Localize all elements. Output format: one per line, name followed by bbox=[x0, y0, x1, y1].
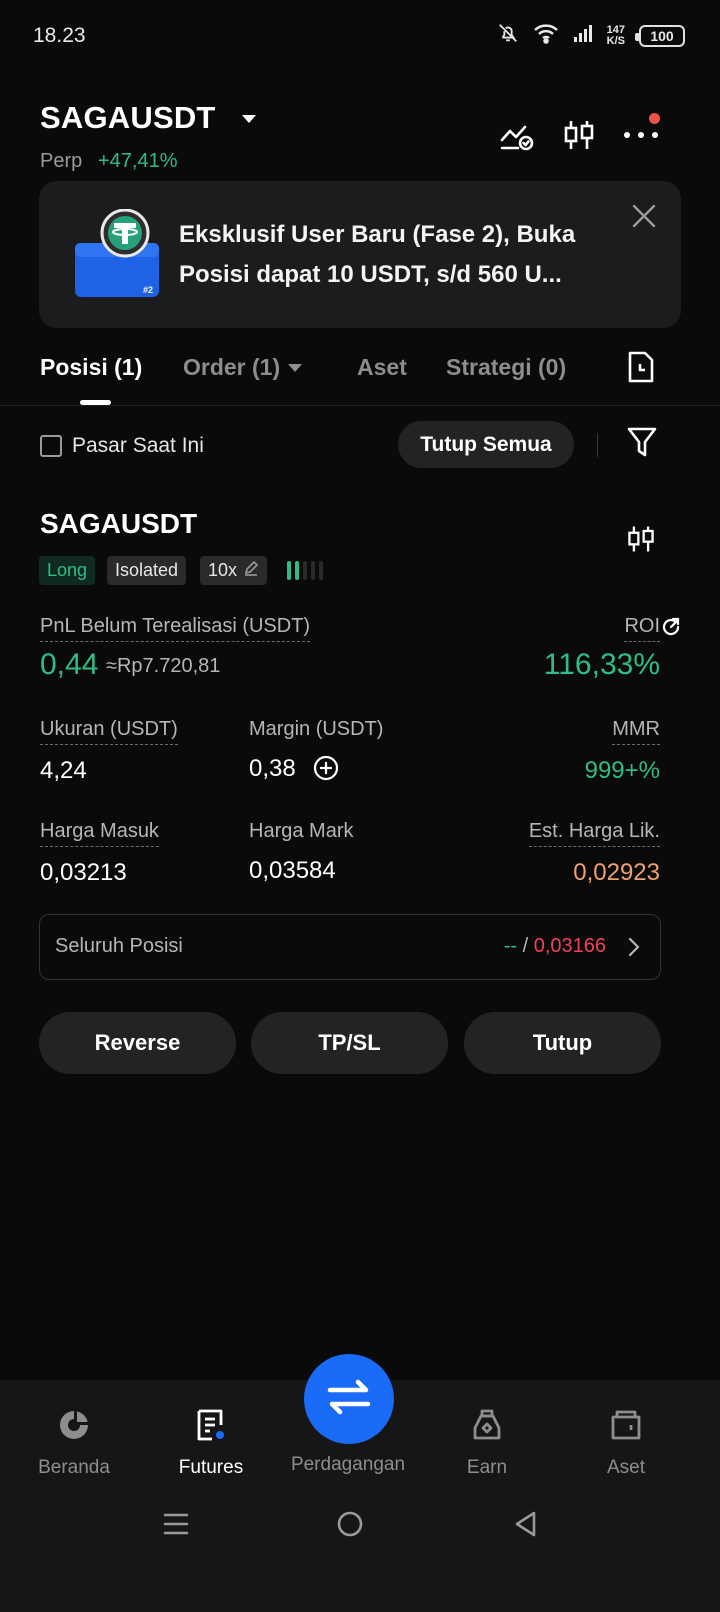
nav-beranda[interactable]: Beranda bbox=[14, 1408, 134, 1479]
close-position-button[interactable]: Tutup bbox=[464, 1012, 661, 1074]
menu-icon[interactable] bbox=[162, 1510, 190, 1543]
mmr-label[interactable]: MMR bbox=[612, 718, 660, 745]
side-tag: Long bbox=[39, 556, 96, 585]
adl-bar bbox=[295, 561, 299, 580]
tabs-divider bbox=[0, 405, 720, 406]
current-market-label: Pasar Saat Ini bbox=[72, 434, 204, 457]
roi-label: ROI bbox=[624, 615, 660, 642]
nav-futures-label: Futures bbox=[178, 1457, 244, 1478]
size-value: 4,24 bbox=[40, 757, 87, 784]
leverage-value: 10x bbox=[208, 560, 238, 580]
nav-beranda-label: Beranda bbox=[38, 1457, 110, 1478]
home-icon bbox=[57, 1408, 91, 1448]
battery-icon: 100 bbox=[635, 24, 685, 47]
wifi-icon bbox=[533, 22, 559, 49]
pair-title[interactable]: SAGAUSDT bbox=[40, 100, 216, 136]
chevron-down-icon bbox=[288, 363, 303, 372]
trade-button[interactable] bbox=[304, 1354, 394, 1444]
nav-earn-label: Earn bbox=[466, 1457, 508, 1478]
status-time: 18.23 bbox=[33, 24, 86, 47]
plus-circle-icon[interactable] bbox=[313, 755, 339, 786]
roi-header[interactable]: ROI bbox=[624, 615, 660, 642]
mark-price-label: Harga Mark bbox=[249, 820, 354, 842]
all-position-tpsl-row[interactable]: Seluruh Posisi -- / 0,03166 bbox=[39, 914, 661, 980]
close-all-button[interactable]: Tutup Semua bbox=[398, 421, 574, 468]
adl-bar bbox=[311, 561, 315, 580]
status-icons: 147 K/S 100 bbox=[497, 22, 685, 49]
earn-icon bbox=[470, 1408, 504, 1448]
current-market-checkbox[interactable] bbox=[40, 435, 62, 457]
chevron-right-icon bbox=[628, 937, 640, 962]
leverage-tag[interactable]: 10x bbox=[200, 556, 268, 585]
trade-icon bbox=[326, 1377, 372, 1422]
net-speed-value: 147 bbox=[606, 23, 625, 36]
roi-refresh-icon[interactable] bbox=[660, 616, 682, 643]
pnl-idr: ≈Rp7.720,81 bbox=[106, 655, 221, 677]
liq-price-value: 0,02923 bbox=[573, 859, 660, 886]
adl-bar bbox=[287, 561, 291, 580]
adl-bar bbox=[303, 561, 307, 580]
notification-dot bbox=[649, 113, 660, 124]
all-position-values: -- / 0,03166 bbox=[504, 935, 606, 958]
margin-label: Margin (USDT) bbox=[249, 718, 384, 740]
close-icon[interactable] bbox=[631, 203, 657, 234]
margin-mode-tag[interactable]: Isolated bbox=[107, 556, 187, 585]
all-position-separator: / bbox=[522, 935, 529, 957]
nav-aset-label: Aset bbox=[606, 1457, 646, 1478]
position-symbol[interactable]: SAGAUSDT bbox=[40, 508, 197, 540]
position-chart-icon[interactable] bbox=[625, 522, 657, 561]
liq-price-label[interactable]: Est. Harga Lik. bbox=[528, 820, 660, 847]
pair-dropdown-icon[interactable] bbox=[242, 115, 256, 123]
tab-posisi[interactable]: Posisi (1) bbox=[40, 354, 142, 381]
entry-price-label[interactable]: Harga Masuk bbox=[40, 820, 159, 847]
home-circle-icon[interactable] bbox=[336, 1510, 364, 1543]
entry-price-value: 0,03213 bbox=[40, 859, 127, 886]
all-position-label: Seluruh Posisi bbox=[55, 935, 183, 957]
roi-value: 116,33% bbox=[543, 648, 660, 681]
net-speed: 147 K/S bbox=[606, 23, 625, 47]
tab-strategi[interactable]: Strategi (0) bbox=[446, 354, 566, 381]
nav-perdagangan[interactable]: Perdagangan bbox=[288, 1454, 408, 1476]
bell-off-icon bbox=[497, 22, 519, 49]
tpsl-button[interactable]: TP/SL bbox=[251, 1012, 448, 1074]
adl-indicator bbox=[287, 561, 323, 580]
filter-icon[interactable] bbox=[627, 426, 657, 463]
nav-earn[interactable]: Earn bbox=[427, 1408, 547, 1479]
tab-aset[interactable]: Aset bbox=[357, 354, 407, 381]
tab-order[interactable]: Order (1) bbox=[183, 354, 303, 381]
edit-icon bbox=[243, 560, 259, 581]
tether-wallet-icon: #2 bbox=[73, 208, 163, 306]
banner-badge: #2 bbox=[143, 285, 153, 295]
all-position-tp: -- bbox=[503, 935, 518, 957]
wallet-icon bbox=[609, 1408, 643, 1448]
mmr-value: 999+% bbox=[584, 757, 660, 784]
banner-text[interactable]: Eksklusif User Baru (Fase 2), Buka Posis… bbox=[179, 215, 609, 295]
candlestick-icon[interactable] bbox=[560, 116, 598, 154]
nav-perdagangan-label: Perdagangan bbox=[290, 1454, 406, 1475]
all-position-sl: 0,03166 bbox=[533, 935, 606, 957]
mark-price-value: 0,03584 bbox=[249, 857, 336, 884]
price-change: +47,41% bbox=[98, 150, 178, 172]
chart-alert-icon[interactable] bbox=[498, 116, 536, 154]
filter-divider bbox=[597, 433, 598, 457]
nav-aset[interactable]: Aset bbox=[566, 1408, 686, 1479]
size-label[interactable]: Ukuran (USDT) bbox=[40, 718, 178, 745]
contract-type: Perp bbox=[40, 150, 83, 172]
history-icon[interactable] bbox=[626, 350, 656, 389]
reverse-button[interactable]: Reverse bbox=[39, 1012, 236, 1074]
futures-icon bbox=[194, 1408, 228, 1448]
signal-icon bbox=[573, 23, 593, 48]
pnl-value: 0,44 bbox=[40, 648, 99, 681]
net-speed-unit: K/S bbox=[606, 34, 625, 47]
back-icon[interactable] bbox=[512, 1510, 540, 1543]
adl-bar bbox=[319, 561, 323, 580]
pnl-label[interactable]: PnL Belum Terealisasi (USDT) bbox=[40, 615, 311, 642]
tab-order-label: Order (1) bbox=[183, 354, 281, 380]
margin-value: 0,38 bbox=[249, 755, 296, 782]
nav-futures[interactable]: Futures bbox=[151, 1408, 271, 1479]
promo-banner[interactable]: #2 Eksklusif User Baru (Fase 2), Buka Po… bbox=[39, 181, 681, 328]
